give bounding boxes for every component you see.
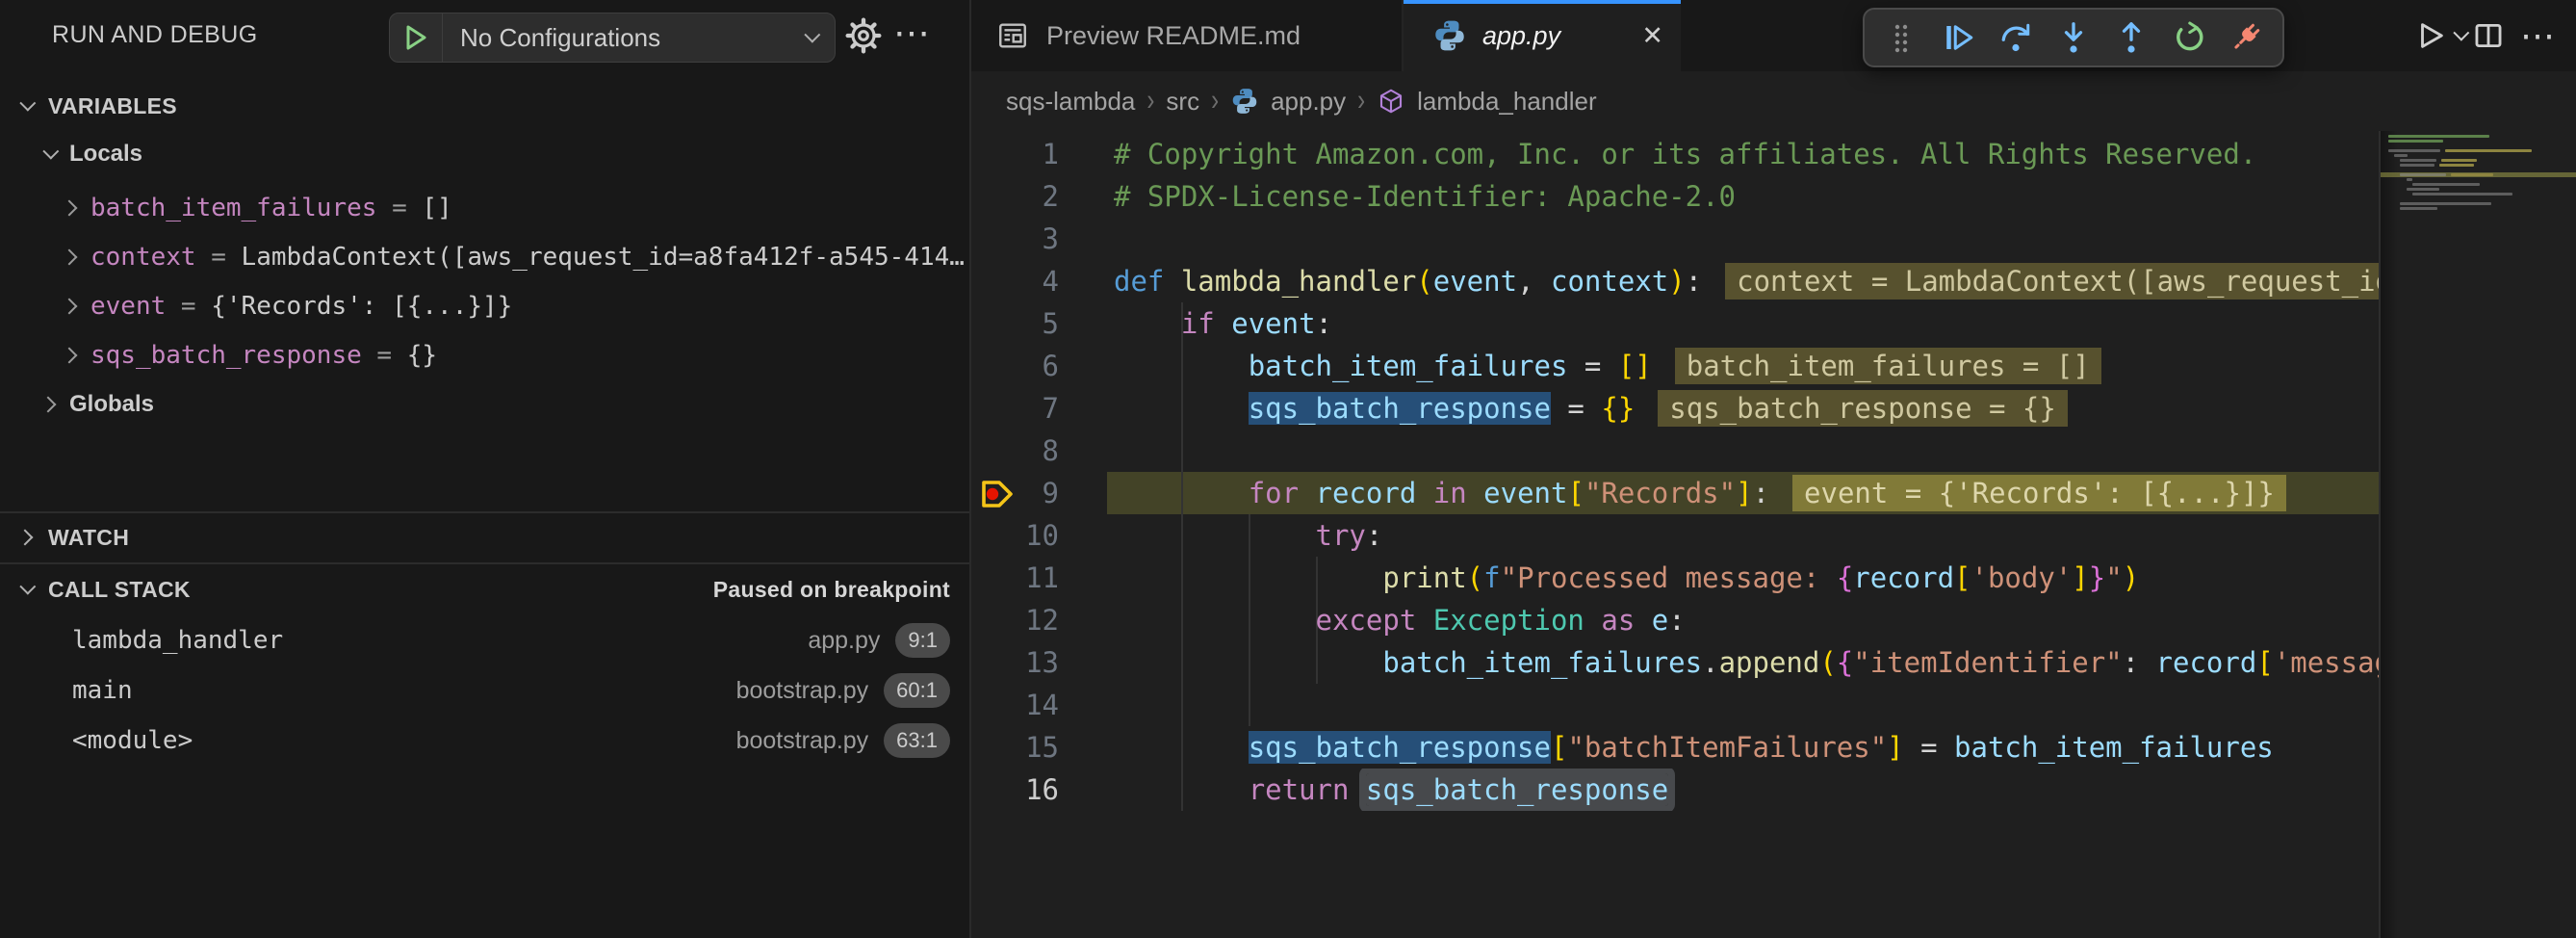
line-col-badge: 9:1 xyxy=(895,623,950,658)
line-col-badge: 63:1 xyxy=(884,723,950,758)
breakpoint-paused-icon[interactable] xyxy=(977,477,1019,516)
variable-row-context[interactable]: context = LambdaContext([aws_request_id=… xyxy=(0,233,969,281)
inline-debug-value: batch_item_failures = [] xyxy=(1675,348,2101,384)
variable-row-event[interactable]: event = {'Records': [{...}]} xyxy=(0,282,969,330)
minimap-line xyxy=(2400,202,2491,205)
minimap-line xyxy=(2407,188,2439,191)
code-line-7[interactable]: 7 sqs_batch_response = {}sqs_batch_respo… xyxy=(971,387,2379,430)
variables-section-header[interactable]: VARIABLES xyxy=(0,85,969,127)
minimap[interactable] xyxy=(2379,131,2576,938)
code-line-4[interactable]: 4def lambda_handler(event, context):cont… xyxy=(971,260,2379,302)
code-line-2[interactable]: 2# SPDX-License-Identifier: Apache-2.0 xyxy=(971,175,2379,218)
minimap-inline-value xyxy=(2445,149,2532,152)
inline-debug-value: sqs_batch_response = {} xyxy=(1658,390,2068,427)
line-number: 14 xyxy=(971,684,1059,726)
code-editor[interactable]: 1# Copyright Amazon.com, Inc. or its aff… xyxy=(971,0,2576,938)
line-number: 2 xyxy=(971,175,1059,218)
chevron-down-icon xyxy=(42,143,59,160)
editor-group: Preview README.md app.py ✕ xyxy=(971,0,2576,938)
section-divider xyxy=(0,511,969,513)
debug-config-dropdown[interactable]: No Configurations xyxy=(389,13,836,63)
code-line-3[interactable]: 3 xyxy=(971,218,2379,260)
code-line-6[interactable]: 6 batch_item_failures = []batch_item_fai… xyxy=(971,345,2379,387)
variable-row-batch_item_failures[interactable]: batch_item_failures = [] xyxy=(0,184,969,232)
globals-scope[interactable]: Globals xyxy=(0,381,969,428)
minimap-line xyxy=(2394,154,2408,157)
code-line-1[interactable]: 1# Copyright Amazon.com, Inc. or its aff… xyxy=(971,133,2379,175)
line-col-badge: 60:1 xyxy=(884,673,950,708)
vscode-window: RUN AND DEBUG No Configurations ⋯ VARIAB… xyxy=(0,0,2576,938)
code-line-11[interactable]: 11 print(f"Processed message: {record['b… xyxy=(971,557,2379,599)
minimap-line xyxy=(2412,183,2480,186)
minimap-line xyxy=(2388,149,2440,152)
line-number: 16 xyxy=(971,769,1059,811)
minimap-line xyxy=(2400,207,2437,210)
line-number: 4 xyxy=(971,260,1059,302)
stack-frame-2[interactable]: <module>bootstrap.py63:1 xyxy=(0,716,969,766)
settings-gear-icon[interactable] xyxy=(841,13,886,58)
minimap-line xyxy=(2407,178,2412,181)
locals-label: Locals xyxy=(69,141,142,168)
line-number: 10 xyxy=(971,514,1059,557)
line-number: 8 xyxy=(971,430,1059,472)
minimap-line xyxy=(2388,140,2443,143)
run-and-debug-sidebar: RUN AND DEBUG No Configurations ⋯ VARIAB… xyxy=(0,0,971,938)
code-line-8[interactable]: 8 xyxy=(971,430,2379,472)
code-line-15[interactable]: 15 sqs_batch_response["batchItemFailures… xyxy=(971,726,2379,769)
minimap-line xyxy=(2388,135,2489,138)
chevron-right-icon xyxy=(62,249,78,266)
call-stack-header-label: CALL STACK xyxy=(48,577,191,603)
chevron-right-icon xyxy=(40,397,57,413)
call-stack-section-header[interactable]: CALL STACK Paused on breakpoint xyxy=(0,568,969,611)
minimap-line xyxy=(2400,173,2446,176)
line-number: 12 xyxy=(971,599,1059,641)
chevron-right-icon xyxy=(17,530,34,546)
minimap-inline-value xyxy=(2441,159,2477,162)
inline-debug-value: event = {'Records': [{...}]} xyxy=(1792,475,2286,511)
code-line-14[interactable]: 14 xyxy=(971,684,2379,726)
debug-config-label: No Configurations xyxy=(443,23,804,53)
chevron-right-icon xyxy=(62,348,78,364)
variable-row-sqs_batch_response[interactable]: sqs_batch_response = {} xyxy=(0,331,969,379)
sidebar-title: RUN AND DEBUG xyxy=(52,21,258,49)
more-actions-icon[interactable]: ⋯ xyxy=(893,12,930,56)
locals-scope[interactable]: Locals xyxy=(0,131,969,177)
variables-header-label: VARIABLES xyxy=(48,93,177,119)
stack-frame-current[interactable]: lambda_handlerapp.py9:1 xyxy=(0,615,969,665)
minimap-line xyxy=(2412,193,2512,195)
line-number: 6 xyxy=(971,345,1059,387)
chevron-right-icon xyxy=(62,299,78,315)
line-number: 3 xyxy=(971,218,1059,260)
minimap-line xyxy=(2400,159,2435,162)
chevron-down-icon xyxy=(19,579,36,595)
stack-frame-1[interactable]: mainbootstrap.py60:1 xyxy=(0,665,969,716)
paused-status-badge: Paused on breakpoint xyxy=(713,577,950,603)
line-number: 15 xyxy=(971,726,1059,769)
chevron-right-icon xyxy=(62,200,78,217)
code-line-5[interactable]: 5 if event: xyxy=(971,302,2379,345)
line-number: 11 xyxy=(971,557,1059,599)
chevron-down-icon xyxy=(19,95,36,112)
code-line-16[interactable]: 16 return sqs_batch_response xyxy=(971,769,2379,811)
code-line-10[interactable]: 10 try: xyxy=(971,514,2379,557)
code-line-9[interactable]: 9 for record in event["Records"]:event =… xyxy=(971,472,2379,514)
code-line-13[interactable]: 13 batch_item_failures.append({"itemIden… xyxy=(971,641,2379,684)
line-number: 1 xyxy=(971,133,1059,175)
line-number: 5 xyxy=(971,302,1059,345)
start-debug-icon[interactable] xyxy=(390,13,443,62)
watch-header-label: WATCH xyxy=(48,525,129,551)
section-divider xyxy=(0,562,969,564)
minimap-inline-value xyxy=(2439,164,2474,167)
line-number: 7 xyxy=(971,387,1059,430)
minimap-line xyxy=(2400,164,2434,167)
line-number: 13 xyxy=(971,641,1059,684)
watch-section-header[interactable]: WATCH xyxy=(0,516,969,559)
code-line-12[interactable]: 12 except Exception as e: xyxy=(971,599,2379,641)
globals-label: Globals xyxy=(69,391,154,418)
minimap-inline-value xyxy=(2451,173,2492,176)
chevron-down-icon xyxy=(804,27,820,43)
inline-debug-value: context = LambdaContext([aws_request_id=… xyxy=(1725,263,2379,300)
